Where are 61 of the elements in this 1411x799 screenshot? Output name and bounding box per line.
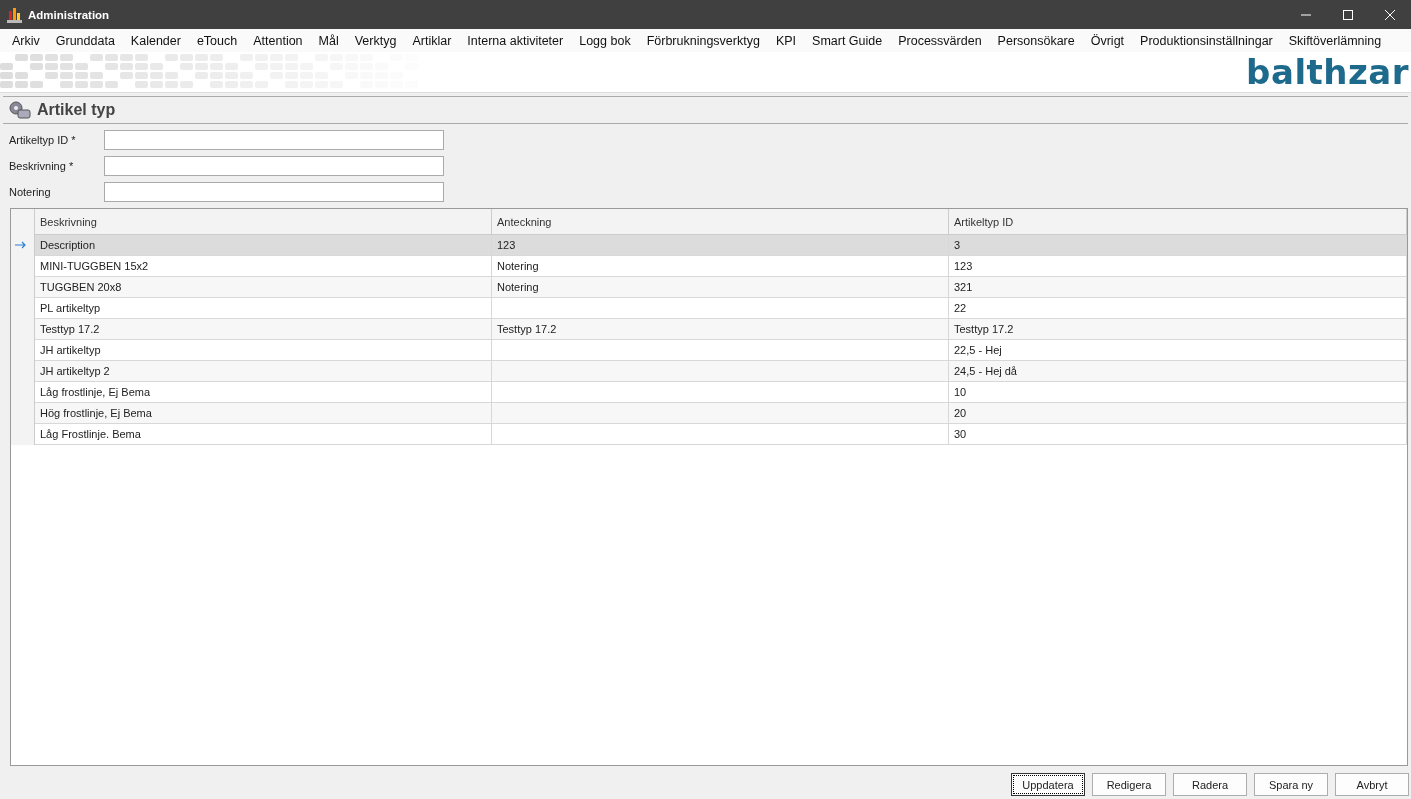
table-cell: 10 — [948, 381, 1407, 403]
table-cell: Description — [34, 234, 492, 256]
table-cell: Testtyp 17.2 — [948, 318, 1407, 340]
field-label: Artikeltyp ID * — [9, 134, 77, 146]
menu-item[interactable]: KPI — [767, 33, 805, 48]
table-cell: Hög frostlinje, Ej Bema — [34, 402, 492, 424]
table-cell: Notering — [491, 276, 949, 298]
app-icon — [6, 5, 24, 24]
table-cell: JH artikeltyp 2 — [34, 360, 492, 382]
table-cell: 3 — [948, 234, 1407, 256]
table-cell: Testtyp 17.2 — [34, 318, 492, 340]
menu-item[interactable]: Verktyg — [346, 33, 405, 48]
parts-icon — [7, 99, 33, 121]
field-label: Notering — [9, 186, 52, 198]
menu-item[interactable]: Grunddata — [47, 33, 123, 48]
table-cell: 22 — [948, 297, 1407, 319]
table-cell: TUGGBEN 20x8 — [34, 276, 492, 298]
input-field[interactable] — [104, 156, 444, 176]
table-cell: 30 — [948, 423, 1407, 445]
action-button[interactable]: Redigera — [1092, 773, 1166, 796]
logo: balthzar — [1246, 52, 1410, 92]
menu-item[interactable]: Smart Guide — [804, 33, 891, 48]
table-cell: 22,5 - Hej — [948, 339, 1407, 361]
menu-item[interactable]: Produktionsinställningar — [1132, 33, 1281, 48]
column-header[interactable]: Beskrivning — [34, 209, 492, 235]
table-cell: Notering — [491, 255, 949, 277]
table-cell: PL artikeltyp — [34, 297, 492, 319]
action-button[interactable]: Radera — [1173, 773, 1247, 796]
table-cell: Låg frostlinje, Ej Bema — [34, 381, 492, 403]
menu-item[interactable]: Attention — [245, 33, 311, 48]
table-cell: Låg Frostlinje. Bema — [34, 423, 492, 445]
menu-item[interactable]: Arkiv — [4, 33, 48, 48]
table-cell: 123 — [948, 255, 1407, 277]
menu-item[interactable]: Personsökare — [989, 33, 1083, 48]
menu-item[interactable]: Mål — [310, 33, 347, 48]
table-cell: 20 — [948, 402, 1407, 424]
menu-item[interactable]: eTouch — [188, 33, 246, 48]
table-cell: Testtyp 17.2 — [491, 318, 949, 340]
action-button[interactable]: Avbryt — [1335, 773, 1409, 796]
field-label: Beskrivning * — [9, 160, 75, 172]
table-cell: 321 — [948, 276, 1407, 298]
input-field[interactable] — [104, 182, 444, 202]
menu-item[interactable]: Artiklar — [404, 33, 460, 48]
menu-item[interactable]: Övrigt — [1082, 33, 1133, 48]
menu-item[interactable]: Förbrukningsverktyg — [638, 33, 768, 48]
input-field[interactable] — [104, 130, 444, 150]
column-header[interactable]: Anteckning — [491, 209, 949, 235]
menu-item[interactable]: Interna aktiviteter — [459, 33, 572, 48]
panel-title: Artikel typ — [37, 101, 116, 119]
menu-item[interactable]: Logg bok — [571, 33, 639, 48]
column-header[interactable]: Artikeltyp ID — [948, 209, 1407, 235]
action-button[interactable]: Spara ny — [1254, 773, 1328, 796]
menu-item[interactable]: Kalender — [122, 33, 189, 48]
window-title: Administration — [28, 8, 111, 21]
table-cell: 24,5 - Hej då — [948, 360, 1407, 382]
menu-item[interactable]: Skiftöverlämning — [1280, 33, 1390, 48]
menu-item[interactable]: Processvärden — [890, 33, 990, 48]
action-button[interactable]: Uppdatera — [1011, 773, 1085, 796]
table-cell: 123 — [491, 234, 949, 256]
table-cell: MINI-TUGGBEN 15x2 — [34, 255, 492, 277]
table-cell: JH artikeltyp — [34, 339, 492, 361]
